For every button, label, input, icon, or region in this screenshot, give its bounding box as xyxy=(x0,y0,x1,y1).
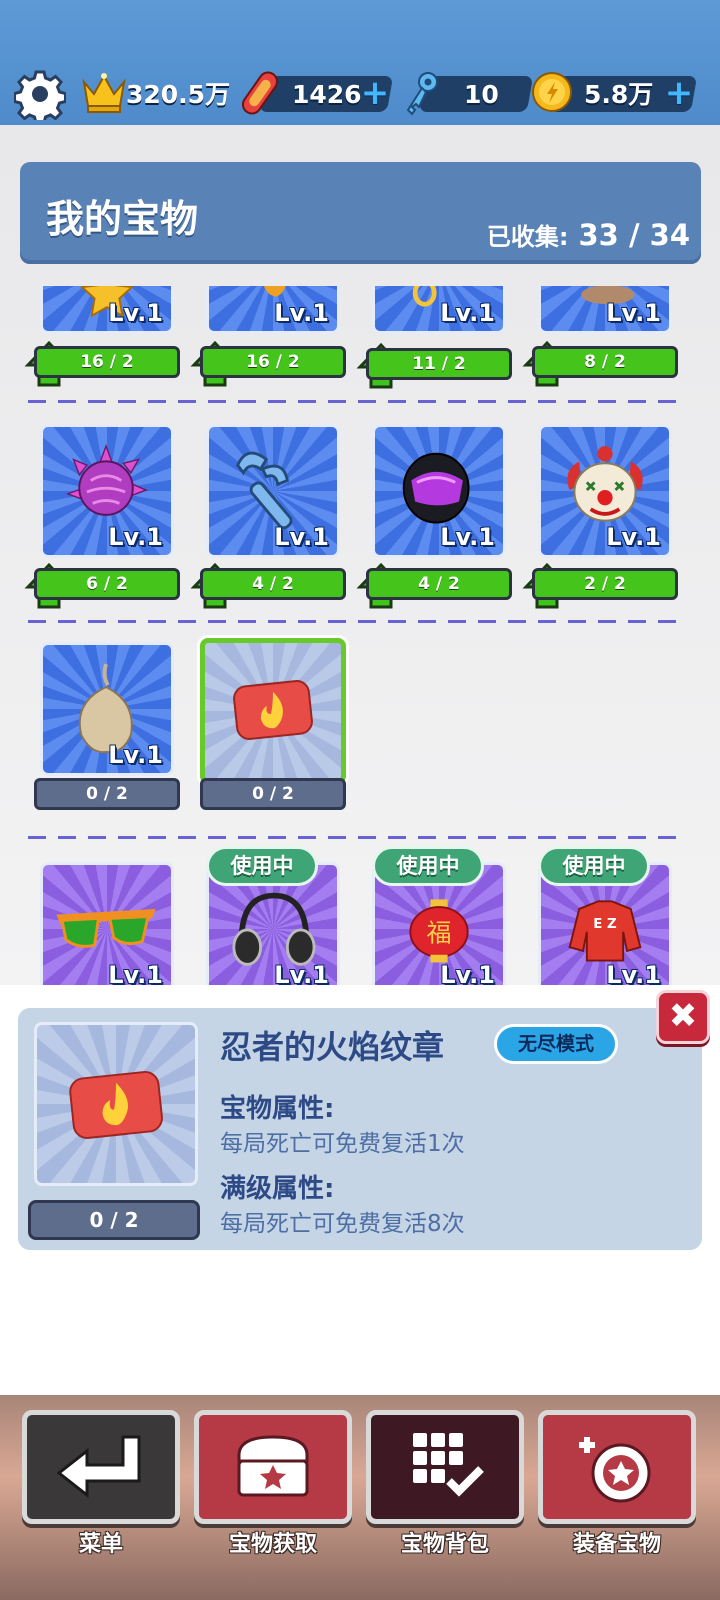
level-label: Lv.1 xyxy=(108,741,163,769)
key-value: 10 xyxy=(464,80,499,109)
svg-text:福: 福 xyxy=(427,918,452,947)
level-label: Lv.1 xyxy=(606,299,661,327)
return-arrow-icon xyxy=(56,1435,141,1499)
in-use-badge: 使用中 xyxy=(538,846,650,886)
coin-value: 5.8万 xyxy=(584,80,654,109)
page-title: 我的宝物 xyxy=(46,197,199,241)
treasure-bag-label: 宝物背包 xyxy=(400,1532,489,1557)
treasure-card[interactable]: Lv.1 xyxy=(206,286,340,334)
mode-badge: 无尽模式 xyxy=(494,1024,618,1064)
progress-bar: 4 / 2 xyxy=(366,568,512,600)
crown-icon xyxy=(82,73,126,113)
progress-bar: 2 / 2 xyxy=(532,568,678,600)
attribute-value: 每局死亡可免费复活1次 xyxy=(220,1131,465,1157)
progress-bar: 6 / 2 xyxy=(34,568,180,600)
collected-count: 已收集: 33 / 34 xyxy=(487,217,690,252)
in-use-badge: 使用中 xyxy=(372,846,484,886)
treasure-chest-icon xyxy=(237,1435,309,1497)
board-value: 1426 xyxy=(292,80,362,109)
fire-badge-icon xyxy=(233,680,313,740)
treasure-card[interactable]: Lv.1 xyxy=(372,286,506,334)
treasure-card[interactable]: Lv.1 xyxy=(40,286,174,334)
menu-label: 菜单 xyxy=(78,1532,123,1557)
treasure-card-selected[interactable] xyxy=(200,638,346,784)
equip-treasure-button[interactable] xyxy=(538,1410,696,1524)
treasure-acquire-label: 宝物获取 xyxy=(228,1532,317,1557)
level-label: Lv.1 xyxy=(440,961,495,986)
svg-text:E Z: E Z xyxy=(593,917,617,932)
detail-progress-bar: 0 / 2 xyxy=(28,1200,200,1240)
level-label: Lv.1 xyxy=(108,961,163,986)
max-attribute-title: 满级属性: xyxy=(220,1174,335,1204)
equip-treasure-label: 装备宝物 xyxy=(572,1532,661,1557)
detail-thumbnail xyxy=(34,1022,198,1186)
treasure-card[interactable]: Lv.1 xyxy=(538,286,672,334)
gear-icon[interactable] xyxy=(14,68,66,120)
level-label: Lv.1 xyxy=(108,299,163,327)
level-label: Lv.1 xyxy=(606,961,661,986)
collected-value: 33 / 34 xyxy=(578,218,691,252)
level-label: Lv.1 xyxy=(606,523,661,551)
add-coin-button[interactable]: + xyxy=(664,76,694,110)
progress-bar: 16 / 2 xyxy=(200,346,346,378)
level-label: Lv.1 xyxy=(274,523,329,551)
close-button[interactable]: ✖ xyxy=(656,990,710,1044)
attribute-title: 宝物属性: xyxy=(220,1094,335,1124)
menu-button[interactable] xyxy=(22,1410,180,1524)
level-label: Lv.1 xyxy=(108,523,163,551)
add-board-button[interactable]: + xyxy=(360,76,390,110)
hoverboard-icon xyxy=(241,71,279,115)
treasure-card[interactable]: Lv.1 xyxy=(40,642,174,776)
level-label: Lv.1 xyxy=(440,523,495,551)
treasure-card[interactable]: Lv.1 xyxy=(40,862,174,986)
progress-bar: 16 / 2 xyxy=(34,346,180,378)
in-use-badge: 使用中 xyxy=(206,846,318,886)
progress-bar: 4 / 2 xyxy=(200,568,346,600)
progress-bar: 0 / 2 xyxy=(34,778,180,810)
progress-bar: 0 / 2 xyxy=(200,778,346,810)
grid-check-icon xyxy=(413,1433,484,1497)
max-attribute-value: 每局死亡可免费复活8次 xyxy=(220,1211,465,1237)
treasure-grid: Lv.1 Lv.1 Lv.1 Lv.1 16 / 2 16 / 2 11 / 2… xyxy=(0,286,720,986)
key-icon xyxy=(406,72,438,116)
progress-bar: 8 / 2 xyxy=(532,346,678,378)
level-label: Lv.1 xyxy=(274,961,329,986)
row-divider xyxy=(28,836,684,839)
treasure-card[interactable]: Lv.1 xyxy=(40,424,174,558)
treasure-bag-button[interactable] xyxy=(366,1410,524,1524)
level-label: Lv.1 xyxy=(440,299,495,327)
row-divider xyxy=(28,400,684,403)
treasure-card[interactable]: Lv.1 xyxy=(372,424,506,558)
level-label: Lv.1 xyxy=(274,299,329,327)
equip-badge-icon xyxy=(579,1437,651,1503)
progress-bar: 11 / 2 xyxy=(366,348,512,380)
treasure-card[interactable]: Lv.1 xyxy=(538,424,672,558)
treasure-acquire-button[interactable] xyxy=(194,1410,352,1524)
collected-label: 已收集: xyxy=(486,223,569,251)
row-divider xyxy=(28,620,684,623)
fire-badge-icon xyxy=(69,1070,163,1139)
crown-value: 320.5万 xyxy=(126,80,231,109)
treasure-name: 忍者的火焰纹章 xyxy=(220,1028,445,1066)
treasure-card[interactable]: Lv.1 xyxy=(206,424,340,558)
coin-icon xyxy=(532,72,572,112)
